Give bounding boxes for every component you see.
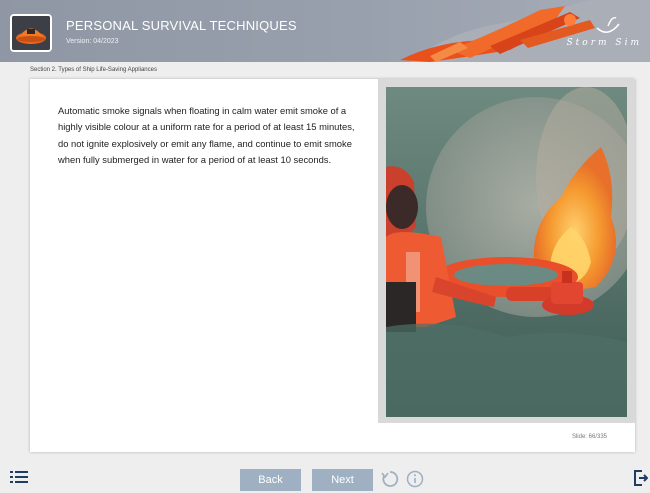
content-card: Automatic smoke signals when floating in… [30,79,635,452]
back-button[interactable]: Back [240,469,301,491]
slide-body-text: Automatic smoke signals when floating in… [58,105,355,166]
breadcrumb: Section 2. Types of Ship Life-Saving App… [30,67,157,73]
brand-name: Storm Sim [566,38,642,48]
info-icon[interactable] [406,470,424,488]
list-menu-icon[interactable] [10,469,28,485]
course-version: Version: 04/2023 [66,38,119,45]
course-header: PERSONAL SURVIVAL TECHNIQUES Version: 04… [0,0,650,62]
course-title: PERSONAL SURVIVAL TECHNIQUES [66,18,297,33]
reload-icon[interactable] [381,470,399,488]
next-button[interactable]: Next [312,469,373,491]
liferaft-icon [10,14,52,52]
storm-sim-logo [596,16,620,33]
smoke-signal-photo [386,87,627,417]
slide-counter: Slide: 66/335 [571,434,607,440]
exit-icon[interactable] [634,470,649,486]
